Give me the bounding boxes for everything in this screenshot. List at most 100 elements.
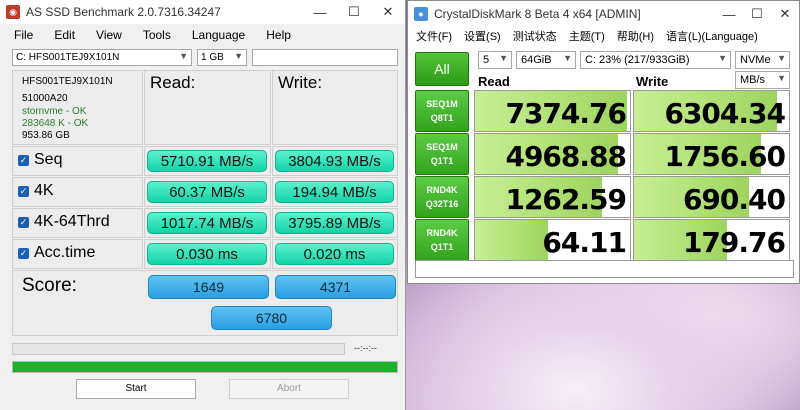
cdm-write-header: Write — [636, 74, 669, 89]
rnd4k-q32t16-write-value: 690.40 — [682, 183, 786, 216]
drive-model: HFS001TEJ9X101N — [22, 76, 113, 87]
menu-help[interactable]: Help — [252, 26, 298, 46]
seq1m-q8t1-read-value: 7374.76 — [505, 97, 627, 130]
test-size-value: 64GiB — [521, 54, 552, 66]
row-label-4k: 4K — [34, 182, 54, 199]
maximize-icon[interactable]: ☐ — [743, 6, 771, 22]
row-cell-4k — [12, 177, 143, 207]
seq-read-value: 5710.91 MB/s — [147, 150, 267, 172]
seq1m-q8t1-write-value: 6304.34 — [664, 97, 786, 130]
progress-bar — [12, 361, 398, 373]
total-score: 6780 — [211, 306, 332, 330]
cdm-read-header: Read — [478, 74, 510, 89]
rnd4k-q1t1-write-meter: 179.76 — [633, 219, 790, 261]
menu-theme[interactable]: 主题(T) — [563, 27, 611, 45]
menu-edit[interactable]: Edit — [40, 26, 82, 46]
as-ssd-window: ◉ AS SSD Benchmark 2.0.7316.34247 — ☐ ✕ … — [0, 0, 406, 410]
crystaldiskmark-window: ● CrystalDiskMark 8 Beta 4 x64 [ADMIN] —… — [407, 0, 800, 284]
chevron-down-icon: ▼ — [499, 53, 508, 63]
seq1m-q8t1-read-meter: 7374.76 — [474, 90, 631, 132]
row-label-acc-time: Acc.time — [34, 244, 96, 261]
acc-time-write-value: 0.020 ms — [275, 243, 394, 265]
test-seq1m-q1t1-button[interactable]: SEQ1M Q1T1 — [415, 133, 469, 175]
test-name-line2: Q8T1 — [430, 113, 454, 123]
test-size-select[interactable]: 64GiB ▼ — [516, 51, 576, 69]
test-count-select[interactable]: 5 ▼ — [478, 51, 512, 69]
drive-select[interactable]: C: HFS001TEJ9X101N ▼ — [12, 49, 192, 66]
comment-field[interactable] — [415, 260, 794, 278]
abort-button[interactable]: Abort — [229, 379, 349, 399]
menu-tools[interactable]: Tools — [129, 26, 178, 46]
rnd4k-q1t1-read-meter: 64.11 — [474, 219, 631, 261]
menu-language[interactable]: Language — [178, 26, 252, 46]
menu-settings[interactable]: 设置(S) — [458, 27, 507, 45]
seq-checkbox[interactable]: ✓ — [18, 155, 29, 166]
menu-view[interactable]: View — [82, 26, 129, 46]
test-size-value: 1 GB — [201, 52, 224, 63]
test-name-line1: RND4K — [426, 228, 458, 238]
drive-capacity: 953.86 GB — [22, 130, 70, 141]
minimize-icon[interactable]: — — [715, 7, 743, 22]
menu-file[interactable]: 文件(F) — [408, 27, 458, 45]
test-name-line2: Q1T1 — [430, 156, 454, 166]
4k-checkbox[interactable]: ✓ — [18, 186, 29, 197]
4k-64thrd-read-value: 1017.74 MB/s — [147, 212, 267, 234]
drive-select-value: C: HFS001TEJ9X101N — [16, 52, 120, 63]
as-ssd-window-title: AS SSD Benchmark 2.0.7316.34247 — [26, 5, 221, 19]
write-header: Write: — [278, 73, 323, 92]
menu-test-status[interactable]: 测试状态 — [507, 27, 563, 45]
cdm-titlebar: ● CrystalDiskMark 8 Beta 4 x64 [ADMIN] —… — [408, 1, 799, 27]
seq1m-q1t1-write-value: 1756.60 — [664, 140, 786, 173]
chevron-down-icon: ▼ — [563, 53, 572, 63]
rnd4k-q32t16-read-value: 1262.59 — [505, 183, 627, 216]
rnd4k-q32t16-read-meter: 1262.59 — [474, 176, 631, 218]
test-seq1m-q8t1-button[interactable]: SEQ1M Q8T1 — [415, 90, 469, 132]
row-label-seq: Seq — [34, 151, 63, 168]
test-size-select[interactable]: 1 GB ▼ — [197, 49, 247, 66]
rnd4k-q1t1-read-value: 64.11 — [542, 226, 627, 259]
all-button[interactable]: All — [415, 52, 469, 86]
elapsed-time: --:--:-- — [354, 343, 377, 353]
unit-select-value: MB/s — [740, 74, 766, 86]
4k-write-value: 194.94 MB/s — [275, 181, 394, 203]
unit-select[interactable]: MB/s ▼ — [735, 71, 790, 89]
test-name-line2: Q32T16 — [425, 199, 459, 209]
drive-select[interactable]: C: 23% (217/933GiB) ▼ — [580, 51, 731, 69]
drive-firmware: 51000A20 — [22, 93, 68, 104]
start-button[interactable]: Start — [76, 379, 196, 399]
progress-bar-fill — [13, 362, 397, 372]
seq1m-q8t1-write-meter: 6304.34 — [633, 90, 790, 132]
as-ssd-app-icon: ◉ — [6, 5, 20, 19]
close-icon[interactable]: ✕ — [371, 4, 405, 20]
row-label-4k-64thrd: 4K-64Thrd — [34, 213, 110, 230]
close-icon[interactable]: ✕ — [771, 6, 799, 22]
4k-read-value: 60.37 MB/s — [147, 181, 267, 203]
chevron-down-icon: ▼ — [179, 51, 188, 61]
write-score: 4371 — [275, 275, 396, 299]
rnd4k-q32t16-write-meter: 690.40 — [633, 176, 790, 218]
test-rnd4k-q32t16-button[interactable]: RND4K Q32T16 — [415, 176, 469, 218]
chevron-down-icon: ▼ — [234, 51, 243, 61]
test-name-line1: SEQ1M — [426, 142, 458, 152]
menu-help[interactable]: 帮助(H) — [611, 27, 660, 45]
chevron-down-icon: ▼ — [718, 53, 727, 63]
test-rnd4k-q1t1-button[interactable]: RND4K Q1T1 — [415, 219, 469, 261]
score-label: Score: — [22, 275, 77, 296]
acc-time-read-value: 0.030 ms — [147, 243, 267, 265]
menu-language[interactable]: 语言(L)(Language) — [660, 27, 764, 45]
menu-file[interactable]: File — [0, 26, 40, 46]
drive-select-value: C: 23% (217/933GiB) — [585, 54, 690, 66]
chevron-down-icon: ▼ — [777, 73, 786, 83]
row-cell-seq — [12, 146, 143, 176]
test-name-line2: Q1T1 — [430, 242, 454, 252]
mode-select[interactable]: NVMe ▼ — [735, 51, 790, 69]
test-name-line1: SEQ1M — [426, 99, 458, 109]
minimize-icon[interactable]: — — [303, 5, 337, 20]
seq-write-value: 3804.93 MB/s — [275, 150, 394, 172]
test-name-line1: RND4K — [426, 185, 458, 195]
4k-64thrd-checkbox[interactable]: ✓ — [18, 217, 29, 228]
seq1m-q1t1-read-meter: 4968.88 — [474, 133, 631, 175]
mode-select-value: NVMe — [740, 54, 771, 66]
maximize-icon[interactable]: ☐ — [337, 4, 371, 20]
acc-time-checkbox[interactable]: ✓ — [18, 248, 29, 259]
